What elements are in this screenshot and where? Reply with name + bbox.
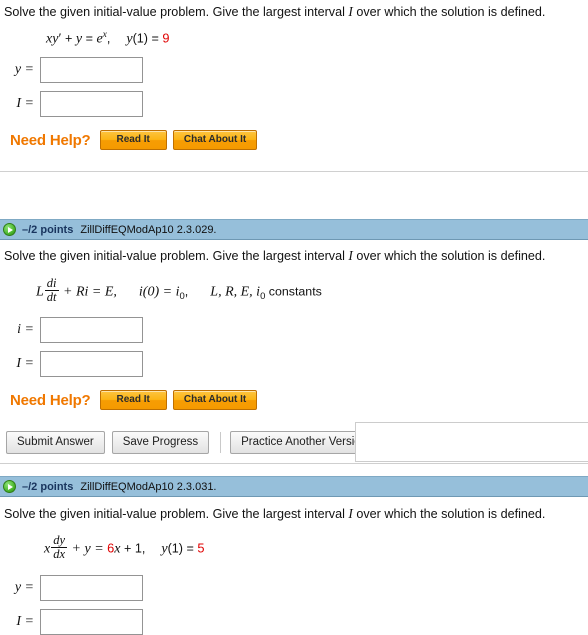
- problem-2-label-i: i =: [17, 322, 34, 338]
- eq3-plus-one: + 1,: [120, 541, 146, 556]
- eq2-initial-comma: ,: [184, 284, 189, 299]
- problem-2-need-help-label: Need Help?: [10, 391, 91, 409]
- problem-3-points: –/2 points: [22, 480, 74, 493]
- problem-2-field-row-I: I =: [0, 351, 588, 378]
- eq1-initial-arg: (1) =: [132, 31, 163, 46]
- problem-3-prompt: Solve the given initial-value problem. G…: [0, 497, 588, 523]
- eq1-comma: ,: [106, 31, 111, 46]
- problem-2-prompt: Solve the given initial-value problem. G…: [0, 240, 588, 265]
- eq1-initial-value: 9: [162, 30, 170, 46]
- problem-2-input-I[interactable]: [40, 351, 143, 378]
- submit-row-divider: [220, 432, 222, 454]
- problem-1-field-row-y: y =: [0, 57, 588, 84]
- submit-row-side-panel: [355, 422, 588, 463]
- eq3-plus-y-equals: + y =: [68, 541, 108, 557]
- prompt-text-after: over which the solution is defined.: [352, 507, 546, 522]
- submit-row: Submit Answer Save Progress Practice Ano…: [0, 422, 588, 465]
- eq2-constants-list: L, R, E, i: [210, 284, 261, 300]
- prompt-text-before: Solve the given initial-value problem. G…: [4, 5, 349, 19]
- problem-2-equation: Ldi dt + Ri = E, i(0) = i0, L, R, E, i0 con…: [0, 265, 588, 306]
- eq3-initial-arg: (1) =: [167, 541, 198, 556]
- problem-2-read-it-button[interactable]: Read It: [99, 390, 167, 411]
- eq3-x: x: [44, 541, 51, 557]
- eq1-equals: =: [82, 31, 97, 46]
- prompt-text-after: over which the solution is defined.: [352, 5, 546, 19]
- problem-2: –/2 points ZillDiffEQModAp10 2.3.029. So…: [0, 219, 588, 476]
- problem-1-label-I: I =: [16, 96, 34, 112]
- problem-1-label-y: y =: [14, 62, 34, 78]
- problem-1-chat-about-it-button[interactable]: Chat About It: [172, 130, 258, 151]
- problem-3-field-row-y: y =: [0, 575, 588, 602]
- eq2-frac-denominator: dt: [46, 290, 57, 305]
- problem-2-input-i[interactable]: [40, 317, 143, 344]
- eq2-L: L: [36, 284, 44, 300]
- problem-1-input-I[interactable]: [40, 91, 143, 118]
- eq3-frac-denominator: dx: [53, 547, 66, 562]
- problem-2-field-row-i: i =: [0, 317, 588, 344]
- problem-2-header-bar: –/2 points ZillDiffEQModAp10 2.3.029.: [0, 219, 588, 241]
- problem-3-equation: x dy dx + y = 6x + 1, y(1) = 5: [0, 523, 588, 563]
- problem-1-prompt: Solve the given initial-value problem. G…: [0, 0, 588, 21]
- eq2-plus-Ri-equals-E: + Ri = E,: [59, 284, 117, 300]
- problem-3-question-code: ZillDiffEQModAp10 2.3.031.: [80, 480, 217, 493]
- problem-3-label-y: y =: [14, 580, 34, 596]
- prompt-text-after: over which the solution is defined.: [352, 249, 546, 264]
- eq2-frac-numerator: di: [46, 276, 57, 291]
- eq3-frac-numerator: dy: [53, 533, 66, 548]
- problem-1-need-help-label: Need Help?: [10, 131, 91, 149]
- eq3-derivative-fraction: dy dx: [51, 533, 68, 562]
- eq2-initial-condition: i(0) = i: [138, 284, 180, 300]
- problem-1: Solve the given initial-value problem. G…: [0, 0, 588, 219]
- problem-3-field-row-I: I =: [0, 609, 588, 635]
- problem-2-question-code: ZillDiffEQModAp10 2.3.029.: [80, 223, 217, 236]
- problem-1-read-it-button[interactable]: Read It: [99, 130, 167, 151]
- eq3-initial-value: 5: [197, 540, 205, 556]
- problem-3-input-I[interactable]: [40, 609, 143, 635]
- problem-2-label-I: I =: [16, 356, 34, 372]
- problem-1-field-row-I: I =: [0, 91, 588, 118]
- problem-1-need-help: Need Help? Read It Chat About It: [0, 130, 588, 151]
- problem-1-equation: xy′ + y = ex, y(1) = 9: [0, 21, 588, 50]
- problem-3-label-I: I =: [16, 614, 34, 630]
- problem-2-need-help: Need Help? Read It Chat About It: [0, 390, 588, 411]
- prompt-text-before: Solve the given initial-value problem. G…: [4, 249, 349, 264]
- problem-2-points: –/2 points: [22, 223, 74, 236]
- problem-3: –/2 points ZillDiffEQModAp10 2.3.031. So…: [0, 476, 588, 635]
- problem-2-chat-about-it-button[interactable]: Chat About It: [172, 390, 258, 411]
- eq1-plus: +: [61, 31, 76, 46]
- problem-1-input-y[interactable]: [40, 57, 143, 84]
- eq2-derivative-fraction: di dt: [44, 276, 59, 305]
- expand-green-arrow-icon[interactable]: [3, 480, 16, 494]
- problem-3-header-bar: –/2 points ZillDiffEQModAp10 2.3.031.: [0, 476, 588, 498]
- prompt-text-before: Solve the given initial-value problem. G…: [4, 507, 349, 522]
- problem-3-input-y[interactable]: [40, 575, 143, 602]
- expand-green-arrow-icon[interactable]: [3, 223, 16, 237]
- submit-answer-button[interactable]: Submit Answer: [6, 431, 105, 455]
- save-progress-button[interactable]: Save Progress: [111, 431, 210, 455]
- eq2-constants-word: constants: [265, 284, 322, 299]
